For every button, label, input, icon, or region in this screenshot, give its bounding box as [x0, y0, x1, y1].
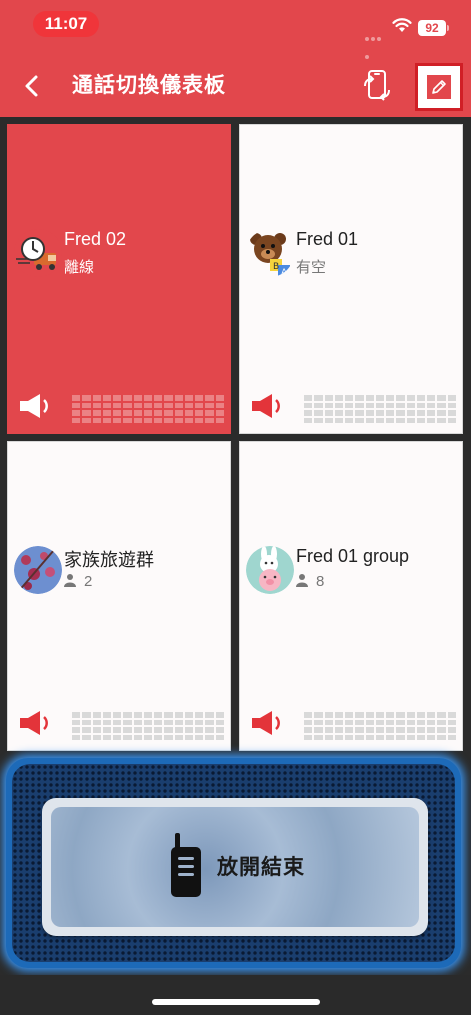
channel-status: 離線 — [64, 259, 95, 276]
speaker-icon[interactable] — [18, 710, 54, 736]
audio-level-meter — [72, 712, 224, 740]
person-icon — [64, 574, 76, 587]
delivery-truck-clock-avatar — [14, 229, 62, 277]
home-indicator[interactable] — [152, 999, 320, 1005]
push-to-talk-surface[interactable]: 放開結束 — [51, 807, 419, 927]
walkie-talkie-icon — [171, 833, 201, 897]
audio-level-meter — [304, 712, 456, 740]
svg-text:A: A — [281, 268, 288, 277]
status-time: 11:07 — [33, 11, 99, 37]
channel-card-fred-01-group[interactable]: Fred 01 group 8 — [239, 441, 463, 751]
channel-status: 有空 — [296, 259, 327, 276]
push-to-talk-panel: 放開結束 — [6, 758, 461, 968]
member-count: 8 — [296, 573, 324, 590]
channel-card-family-travel-group[interactable]: 家族旅遊群 2 — [7, 441, 231, 751]
person-icon — [296, 574, 308, 587]
member-count-value: 2 — [84, 573, 93, 590]
channel-card-fred-01[interactable]: B A Fred 01 有空 — [239, 124, 463, 434]
back-chevron-icon[interactable] — [20, 72, 44, 100]
bottom-safe-area — [0, 975, 471, 1015]
edit-button[interactable] — [415, 63, 463, 111]
svg-text:B: B — [273, 262, 279, 272]
audio-level-meter — [304, 395, 456, 423]
call-dashboard-screen: 11:07 92 通話切換儀表板 Fred 02 離線 B A Fred 01 … — [0, 0, 471, 1015]
speaker-icon[interactable] — [250, 710, 286, 736]
channel-name: Fred 02 — [64, 229, 127, 249]
app-header: 11:07 92 通話切換儀表板 — [0, 0, 471, 117]
speaker-icon[interactable] — [250, 393, 286, 419]
member-count-value: 8 — [316, 573, 325, 590]
cellular-signal-icon — [365, 28, 387, 59]
channel-card-fred-02[interactable]: Fred 02 離線 — [7, 124, 231, 434]
channel-name: Fred 01 group — [296, 546, 410, 566]
bunny-pig-avatar — [246, 546, 294, 594]
push-to-talk-label: 放開結束 — [217, 856, 305, 879]
pencil-icon — [427, 75, 451, 99]
blossom-photo-avatar — [14, 546, 62, 594]
push-to-talk-button[interactable]: 放開結束 — [42, 798, 428, 936]
speaker-icon[interactable] — [18, 393, 54, 419]
channel-grid: Fred 02 離線 B A Fred 01 有空 家族旅遊群 2 Fred 0… — [0, 117, 471, 757]
page-title: 通話切換儀表板 — [72, 74, 226, 97]
teddy-bear-blocks-avatar: B A — [246, 229, 294, 277]
channel-name: 家族旅遊群 — [64, 550, 154, 570]
member-count: 2 — [64, 573, 92, 590]
battery-indicator: 92 — [418, 20, 449, 36]
audio-level-meter — [72, 395, 224, 423]
channel-name: Fred 01 — [296, 229, 359, 249]
phone-switch-icon[interactable] — [362, 68, 392, 104]
wifi-icon — [392, 18, 412, 32]
status-bar: 11:07 92 — [0, 0, 471, 59]
